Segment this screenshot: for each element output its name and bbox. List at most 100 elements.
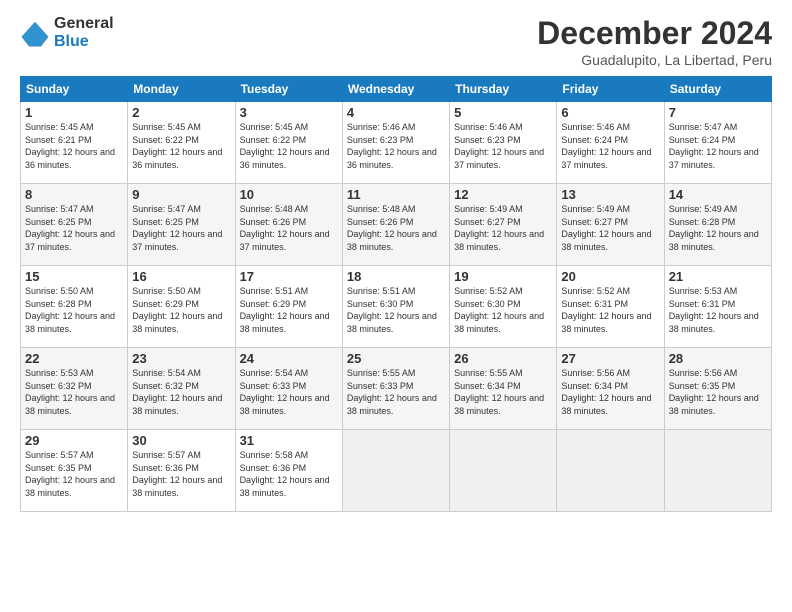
day-num-7: 7	[669, 105, 767, 120]
day-info-18: Sunrise: 5:51 AMSunset: 6:30 PMDaylight:…	[347, 285, 445, 335]
day-info-15: Sunrise: 5:50 AMSunset: 6:28 PMDaylight:…	[25, 285, 123, 335]
day-info-19: Sunrise: 5:52 AMSunset: 6:30 PMDaylight:…	[454, 285, 552, 335]
day-num-2: 2	[132, 105, 230, 120]
location-subtitle: Guadalupito, La Libertad, Peru	[537, 52, 772, 68]
day-info-29: Sunrise: 5:57 AMSunset: 6:35 PMDaylight:…	[25, 449, 123, 499]
day-num-4: 4	[347, 105, 445, 120]
day-num-5: 5	[454, 105, 552, 120]
day-num-11: 11	[347, 187, 445, 202]
day-info-16: Sunrise: 5:50 AMSunset: 6:29 PMDaylight:…	[132, 285, 230, 335]
page: General Blue December 2024 Guadalupito, …	[0, 0, 792, 612]
day-info-17: Sunrise: 5:51 AMSunset: 6:29 PMDaylight:…	[240, 285, 338, 335]
day-13: 13 Sunrise: 5:49 AMSunset: 6:27 PMDaylig…	[557, 184, 664, 266]
logo-icon	[20, 18, 50, 48]
day-22: 22 Sunrise: 5:53 AMSunset: 6:32 PMDaylig…	[21, 348, 128, 430]
day-9: 9 Sunrise: 5:47 AMSunset: 6:25 PMDayligh…	[128, 184, 235, 266]
day-26: 26 Sunrise: 5:55 AMSunset: 6:34 PMDaylig…	[450, 348, 557, 430]
day-num-17: 17	[240, 269, 338, 284]
day-info-12: Sunrise: 5:49 AMSunset: 6:27 PMDaylight:…	[454, 203, 552, 253]
day-16: 16 Sunrise: 5:50 AMSunset: 6:29 PMDaylig…	[128, 266, 235, 348]
day-num-6: 6	[561, 105, 659, 120]
day-info-3: Sunrise: 5:45 AMSunset: 6:22 PMDaylight:…	[240, 121, 338, 171]
day-25: 25 Sunrise: 5:55 AMSunset: 6:33 PMDaylig…	[342, 348, 449, 430]
day-num-14: 14	[669, 187, 767, 202]
col-tuesday: Tuesday	[235, 77, 342, 102]
empty-cell-1	[342, 430, 449, 512]
calendar-table: Sunday Monday Tuesday Wednesday Thursday…	[20, 76, 772, 512]
day-info-30: Sunrise: 5:57 AMSunset: 6:36 PMDaylight:…	[132, 449, 230, 499]
empty-cell-4	[664, 430, 771, 512]
day-17: 17 Sunrise: 5:51 AMSunset: 6:29 PMDaylig…	[235, 266, 342, 348]
day-info-24: Sunrise: 5:54 AMSunset: 6:33 PMDaylight:…	[240, 367, 338, 417]
week-row-1: 1 Sunrise: 5:45 AMSunset: 6:21 PMDayligh…	[21, 102, 772, 184]
day-num-19: 19	[454, 269, 552, 284]
day-4: 4 Sunrise: 5:46 AMSunset: 6:23 PMDayligh…	[342, 102, 449, 184]
day-num-12: 12	[454, 187, 552, 202]
day-num-31: 31	[240, 433, 338, 448]
day-info-25: Sunrise: 5:55 AMSunset: 6:33 PMDaylight:…	[347, 367, 445, 417]
day-20: 20 Sunrise: 5:52 AMSunset: 6:31 PMDaylig…	[557, 266, 664, 348]
day-info-6: Sunrise: 5:46 AMSunset: 6:24 PMDaylight:…	[561, 121, 659, 171]
day-5: 5 Sunrise: 5:46 AMSunset: 6:23 PMDayligh…	[450, 102, 557, 184]
day-27: 27 Sunrise: 5:56 AMSunset: 6:34 PMDaylig…	[557, 348, 664, 430]
day-1: 1 Sunrise: 5:45 AMSunset: 6:21 PMDayligh…	[21, 102, 128, 184]
day-29: 29 Sunrise: 5:57 AMSunset: 6:35 PMDaylig…	[21, 430, 128, 512]
day-num-18: 18	[347, 269, 445, 284]
day-info-20: Sunrise: 5:52 AMSunset: 6:31 PMDaylight:…	[561, 285, 659, 335]
day-num-10: 10	[240, 187, 338, 202]
day-2: 2 Sunrise: 5:45 AMSunset: 6:22 PMDayligh…	[128, 102, 235, 184]
day-3: 3 Sunrise: 5:45 AMSunset: 6:22 PMDayligh…	[235, 102, 342, 184]
day-num-28: 28	[669, 351, 767, 366]
col-friday: Friday	[557, 77, 664, 102]
day-info-27: Sunrise: 5:56 AMSunset: 6:34 PMDaylight:…	[561, 367, 659, 417]
day-8: 8 Sunrise: 5:47 AMSunset: 6:25 PMDayligh…	[21, 184, 128, 266]
day-num-20: 20	[561, 269, 659, 284]
day-info-11: Sunrise: 5:48 AMSunset: 6:26 PMDaylight:…	[347, 203, 445, 253]
day-info-26: Sunrise: 5:55 AMSunset: 6:34 PMDaylight:…	[454, 367, 552, 417]
day-6: 6 Sunrise: 5:46 AMSunset: 6:24 PMDayligh…	[557, 102, 664, 184]
day-info-31: Sunrise: 5:58 AMSunset: 6:36 PMDaylight:…	[240, 449, 338, 499]
day-info-28: Sunrise: 5:56 AMSunset: 6:35 PMDaylight:…	[669, 367, 767, 417]
day-num-15: 15	[25, 269, 123, 284]
day-num-9: 9	[132, 187, 230, 202]
col-thursday: Thursday	[450, 77, 557, 102]
day-info-7: Sunrise: 5:47 AMSunset: 6:24 PMDaylight:…	[669, 121, 767, 171]
calendar-header-row: Sunday Monday Tuesday Wednesday Thursday…	[21, 77, 772, 102]
day-11: 11 Sunrise: 5:48 AMSunset: 6:26 PMDaylig…	[342, 184, 449, 266]
day-info-23: Sunrise: 5:54 AMSunset: 6:32 PMDaylight:…	[132, 367, 230, 417]
header: General Blue December 2024 Guadalupito, …	[20, 15, 772, 68]
day-30: 30 Sunrise: 5:57 AMSunset: 6:36 PMDaylig…	[128, 430, 235, 512]
day-15: 15 Sunrise: 5:50 AMSunset: 6:28 PMDaylig…	[21, 266, 128, 348]
day-info-8: Sunrise: 5:47 AMSunset: 6:25 PMDaylight:…	[25, 203, 123, 253]
day-info-4: Sunrise: 5:46 AMSunset: 6:23 PMDaylight:…	[347, 121, 445, 171]
day-info-22: Sunrise: 5:53 AMSunset: 6:32 PMDaylight:…	[25, 367, 123, 417]
day-num-21: 21	[669, 269, 767, 284]
day-num-30: 30	[132, 433, 230, 448]
day-31: 31 Sunrise: 5:58 AMSunset: 6:36 PMDaylig…	[235, 430, 342, 512]
day-24: 24 Sunrise: 5:54 AMSunset: 6:33 PMDaylig…	[235, 348, 342, 430]
day-28: 28 Sunrise: 5:56 AMSunset: 6:35 PMDaylig…	[664, 348, 771, 430]
day-info-14: Sunrise: 5:49 AMSunset: 6:28 PMDaylight:…	[669, 203, 767, 253]
day-num-8: 8	[25, 187, 123, 202]
day-num-25: 25	[347, 351, 445, 366]
day-num-22: 22	[25, 351, 123, 366]
day-num-24: 24	[240, 351, 338, 366]
day-info-10: Sunrise: 5:48 AMSunset: 6:26 PMDaylight:…	[240, 203, 338, 253]
day-23: 23 Sunrise: 5:54 AMSunset: 6:32 PMDaylig…	[128, 348, 235, 430]
empty-cell-3	[557, 430, 664, 512]
day-12: 12 Sunrise: 5:49 AMSunset: 6:27 PMDaylig…	[450, 184, 557, 266]
day-num-13: 13	[561, 187, 659, 202]
week-row-2: 8 Sunrise: 5:47 AMSunset: 6:25 PMDayligh…	[21, 184, 772, 266]
month-title: December 2024	[537, 15, 772, 52]
day-num-1: 1	[25, 105, 123, 120]
title-block: December 2024 Guadalupito, La Libertad, …	[537, 15, 772, 68]
col-sunday: Sunday	[21, 77, 128, 102]
day-info-5: Sunrise: 5:46 AMSunset: 6:23 PMDaylight:…	[454, 121, 552, 171]
day-info-9: Sunrise: 5:47 AMSunset: 6:25 PMDaylight:…	[132, 203, 230, 253]
day-14: 14 Sunrise: 5:49 AMSunset: 6:28 PMDaylig…	[664, 184, 771, 266]
logo-blue-text: Blue	[54, 33, 114, 51]
day-num-3: 3	[240, 105, 338, 120]
col-saturday: Saturday	[664, 77, 771, 102]
day-num-23: 23	[132, 351, 230, 366]
day-19: 19 Sunrise: 5:52 AMSunset: 6:30 PMDaylig…	[450, 266, 557, 348]
